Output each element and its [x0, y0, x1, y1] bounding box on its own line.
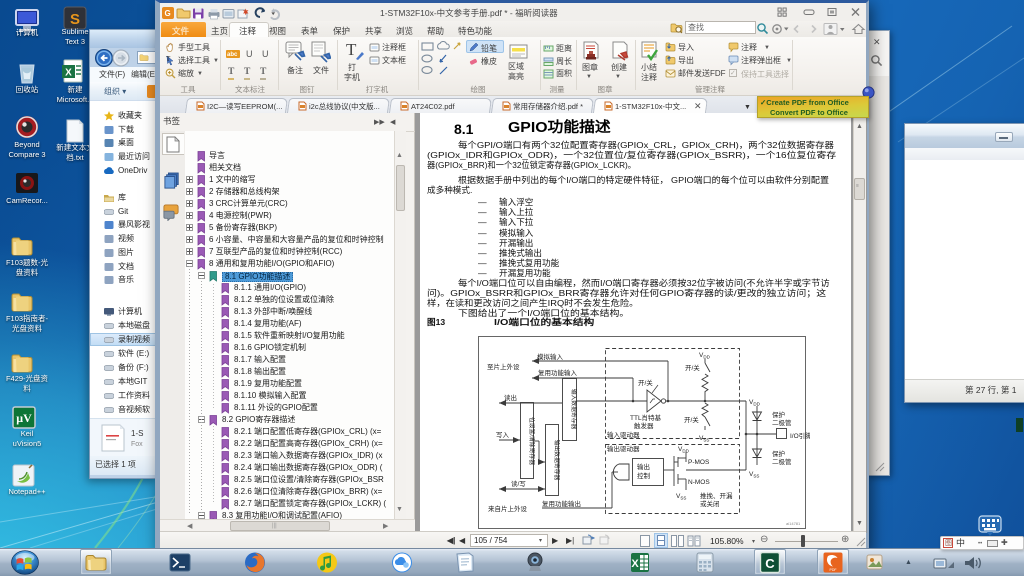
svg-text:二极管: 二极管 [772, 418, 792, 427]
svg-text:输入数据寄存器: 输入数据寄存器 [570, 389, 578, 430]
svg-text:复用功能输出: 复用功能输出 [542, 499, 581, 508]
svg-text:保护: 保护 [772, 410, 785, 419]
svg-text:C: C [765, 556, 775, 571]
svg-text:S: S [70, 11, 80, 28]
svg-text:T: T [166, 55, 171, 63]
svg-text:来自片上外设: 来自片上外设 [488, 504, 528, 513]
svg-text:PDF: PDF [830, 568, 837, 572]
svg-text:开/关: 开/关 [638, 378, 653, 387]
svg-text:输出: 输出 [637, 462, 650, 471]
svg-text:控制: 控制 [637, 471, 651, 480]
svg-text:开/关: 开/关 [685, 363, 700, 372]
svg-text:输出数据寄存器: 输出数据寄存器 [553, 440, 561, 481]
svg-text:位设置/清除寄存器: 位设置/清除寄存器 [528, 417, 536, 465]
svg-text:复用功能输入: 复用功能输入 [538, 368, 578, 377]
svg-text:保护: 保护 [772, 449, 785, 458]
svg-text:I/O引脚: I/O引脚 [790, 431, 810, 440]
svg-text:二极管: 二极管 [772, 457, 792, 466]
svg-text:读/写: 读/写 [511, 479, 526, 488]
svg-text:X: X [631, 558, 639, 570]
svg-text:输出驱动器: 输出驱动器 [607, 444, 640, 453]
svg-text:至片上外设: 至片上外设 [487, 362, 520, 371]
svg-text:μV: μV [16, 411, 32, 425]
svg-text:写入: 写入 [496, 431, 510, 439]
svg-text:读出: 读出 [504, 393, 517, 402]
svg-text:ai14781: ai14781 [786, 521, 801, 526]
svg-text:开/关: 开/关 [684, 415, 699, 424]
svg-text:输入驱动器: 输入驱动器 [607, 430, 640, 439]
svg-text:或关闭: 或关闭 [700, 499, 720, 508]
svg-text:P-MOS: P-MOS [688, 459, 710, 466]
svg-text:模拟输入: 模拟输入 [537, 352, 564, 361]
svg-text:N-MOS: N-MOS [688, 479, 710, 486]
svg-text:X: X [65, 68, 72, 79]
svg-text:触发器: 触发器 [634, 421, 654, 430]
svg-text:推挽、开漏: 推挽、开漏 [700, 491, 733, 500]
svg-text:TTL肖特基: TTL肖特基 [630, 413, 662, 422]
